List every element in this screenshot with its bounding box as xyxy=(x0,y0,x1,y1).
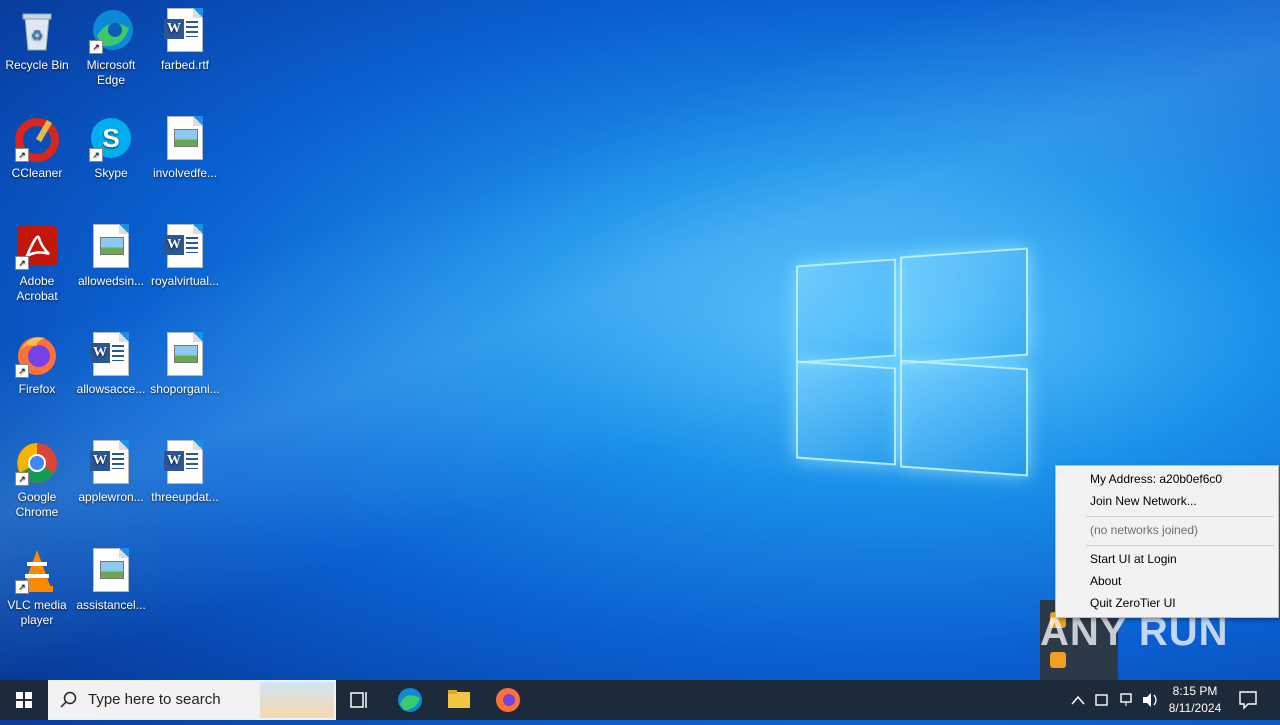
word-document-icon: W xyxy=(163,440,207,486)
desktop-icon-allowedsin[interactable]: allowedsin... xyxy=(74,224,148,289)
desktop-icon-recycle-bin[interactable]: ♻ Recycle Bin xyxy=(0,8,74,73)
tray-meet-now-button[interactable] xyxy=(1092,680,1112,720)
vlc-icon: ↗ xyxy=(15,548,59,594)
network-icon xyxy=(1120,693,1132,706)
desktop-icon-vlc-media-player[interactable]: ↗ VLC media player xyxy=(0,548,74,628)
desktop-icon-ccleaner[interactable]: ↗ CCleaner xyxy=(0,116,74,181)
desktop-icon-label: threeupdat... xyxy=(151,490,219,504)
svg-text:S: S xyxy=(102,123,119,153)
desktop-icon-label: allowsacce... xyxy=(76,382,146,396)
desktop-icon-shoporgani[interactable]: shoporgani... xyxy=(148,332,222,397)
desktop-icon-farbed-rtf[interactable]: W farbed.rtf xyxy=(148,8,222,73)
meet-now-icon xyxy=(1095,694,1108,706)
firefox-icon: ↗ xyxy=(15,332,59,378)
menu-separator xyxy=(1086,545,1274,546)
word-document-icon: W xyxy=(89,332,133,378)
menu-separator xyxy=(1086,516,1274,517)
windows-wallpaper-logo xyxy=(796,242,1028,478)
notification-icon xyxy=(1239,691,1257,710)
menu-item-join-new-network[interactable]: Join New Network... xyxy=(1090,492,1197,510)
desktop-icon-applewron[interactable]: W applewron... xyxy=(74,440,148,505)
clock-time: 8:15 PM xyxy=(1172,684,1218,698)
desktop-icon-label: Microsoft Edge xyxy=(86,58,136,87)
acrobat-icon: ↗ xyxy=(15,224,59,270)
taskbar-search-box[interactable]: Type here to search xyxy=(48,680,336,720)
menu-item-my-address[interactable]: My Address: a20b0ef6c0 xyxy=(1090,470,1222,488)
desktop-icon-royalvirtual[interactable]: W royalvirtual... xyxy=(148,224,222,289)
desktop-icon-allowsacce[interactable]: W allowsacce... xyxy=(74,332,148,397)
firefox-icon xyxy=(496,688,520,712)
speaker-icon xyxy=(1143,693,1157,707)
desktop-icon-label: CCleaner xyxy=(11,166,63,180)
taskbar-edge-button[interactable] xyxy=(386,680,434,720)
menu-item-quit-zerotier-ui[interactable]: Quit ZeroTier UI xyxy=(1090,594,1176,612)
windows-start-icon xyxy=(16,692,32,708)
start-button[interactable] xyxy=(0,680,48,720)
edge-icon xyxy=(398,688,422,712)
show-hidden-icons-button[interactable] xyxy=(1068,680,1088,720)
tray-volume-button[interactable] xyxy=(1140,680,1160,720)
desktop-icon-label: Recycle Bin xyxy=(5,58,69,72)
search-icon xyxy=(60,691,77,708)
desktop-icon-microsoft-edge[interactable]: ↗ Microsoft Edge xyxy=(74,8,148,88)
word-document-icon: W xyxy=(89,440,133,486)
desktop-icon-label: shoporgani... xyxy=(150,382,220,396)
folder-icon xyxy=(448,690,470,708)
clock-date: 8/11/2024 xyxy=(1168,701,1222,715)
menu-item-start-ui-at-login[interactable]: Start UI at Login xyxy=(1090,550,1177,568)
word-document-icon: W xyxy=(163,224,207,270)
image-file-icon xyxy=(163,116,207,162)
desktop-icon-label: VLC media player xyxy=(7,598,67,627)
image-file-icon xyxy=(163,332,207,378)
desktop-icon-label: Firefox xyxy=(18,382,56,396)
task-view-button[interactable] xyxy=(336,680,384,720)
menu-item-no-networks: (no networks joined) xyxy=(1090,523,1199,537)
taskbar: Type here to search 8:15 PM 8/11/2024 xyxy=(0,680,1280,720)
search-highlight-image xyxy=(260,682,334,718)
image-file-icon xyxy=(89,224,133,270)
desktop-icon-label: Skype xyxy=(94,166,128,180)
taskbar-clock[interactable]: 8:15 PM 8/11/2024 xyxy=(1160,683,1230,717)
edge-icon: ↗ xyxy=(89,8,133,54)
desktop-icon-adobe-acrobat[interactable]: ↗ Adobe Acrobat xyxy=(0,224,74,304)
recycle-bin-icon: ♻ xyxy=(15,8,59,54)
taskbar-file-explorer-button[interactable] xyxy=(435,680,483,720)
desktop-icon-label: involvedfe... xyxy=(152,166,218,180)
desktop-icon-skype[interactable]: S ↗ Skype xyxy=(74,116,148,181)
desktop-icon-label: Google Chrome xyxy=(15,490,59,519)
desktop-icon-label: allowedsin... xyxy=(77,274,145,288)
ccleaner-icon: ↗ xyxy=(15,116,59,162)
chrome-icon: ↗ xyxy=(15,440,59,486)
search-placeholder: Type here to search xyxy=(88,691,221,708)
zerotier-context-menu: My Address: a20b0ef6c0 Join New Network.… xyxy=(1055,465,1279,618)
desktop-icon-label: royalvirtual... xyxy=(150,274,220,288)
desktop-icon-label: applewron... xyxy=(78,490,144,504)
task-view-icon xyxy=(350,692,367,708)
desktop-icon-label: Adobe Acrobat xyxy=(16,274,58,303)
desktop-icon-involvedfe[interactable]: involvedfe... xyxy=(148,116,222,181)
desktop-icon-assistancel[interactable]: assistancel... xyxy=(74,548,148,613)
chevron-up-icon xyxy=(1071,695,1085,705)
desktop-icon-firefox[interactable]: ↗ Firefox xyxy=(0,332,74,397)
taskbar-firefox-button[interactable] xyxy=(484,680,532,720)
desktop-icon-label: farbed.rtf xyxy=(160,58,210,72)
menu-item-about[interactable]: About xyxy=(1090,572,1121,590)
skype-icon: S ↗ xyxy=(89,116,133,162)
desktop-icon-threeupdat[interactable]: W threeupdat... xyxy=(148,440,222,505)
tray-network-button[interactable] xyxy=(1116,680,1136,720)
image-file-icon xyxy=(89,548,133,594)
word-document-icon: W xyxy=(163,8,207,54)
desktop-icon-google-chrome[interactable]: ↗ Google Chrome xyxy=(0,440,74,520)
action-center-button[interactable] xyxy=(1236,680,1260,720)
svg-text:♻: ♻ xyxy=(31,27,44,43)
desktop-icon-label: assistancel... xyxy=(76,598,146,612)
